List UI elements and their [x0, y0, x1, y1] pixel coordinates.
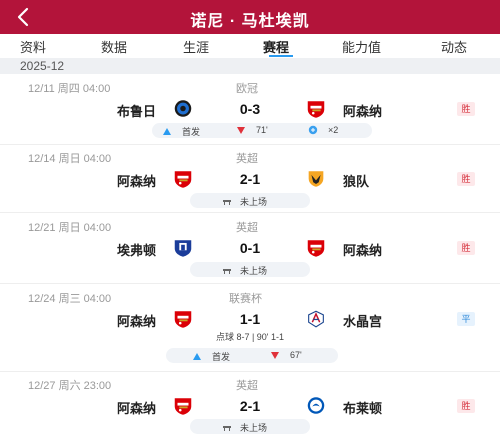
arsenal-logo	[304, 99, 328, 119]
match-score: 1-1	[239, 311, 261, 327]
tab-ability[interactable]: 能力值	[342, 37, 381, 56]
bench-bar: 未上场	[190, 193, 310, 208]
tab-profile[interactable]: 资料	[20, 37, 46, 56]
sub-off-stat: 71'	[236, 125, 268, 135]
active-tab-indicator	[269, 55, 293, 57]
brighton-logo	[304, 396, 328, 416]
away-team: 布莱顿	[343, 401, 383, 416]
tab-bar: 资料 数据 生涯 赛程 能力值 动态	[0, 34, 500, 58]
result-badge: 胜	[457, 172, 475, 186]
match-competition: 英超	[236, 153, 258, 165]
divider	[0, 212, 500, 213]
match-competition: 欧冠	[236, 83, 258, 95]
player-stats-bar: 首发 67'	[166, 348, 338, 363]
sub-off-stat: 67'	[270, 350, 302, 360]
away-team: 狼队	[343, 174, 370, 189]
match-competition: 英超	[236, 380, 258, 392]
match-datetime: 12/24 周三 04:00	[28, 293, 112, 305]
divider	[0, 283, 500, 284]
home-team: 阿森纳	[116, 174, 156, 189]
match-card[interactable]: 12/27 周六 23:00 英超 阿森纳 2-1 布莱顿 胜 未上场	[0, 373, 500, 440]
match-score: 2-1	[239, 171, 261, 187]
match-card[interactable]: 12/21 周日 04:00 英超 埃弗顿 0-1 阿森纳 胜 未上场	[0, 215, 500, 281]
home-team: 阿森纳	[116, 401, 156, 416]
assist-icon	[308, 125, 318, 135]
away-team: 阿森纳	[343, 104, 383, 119]
starter-stat: 首发	[192, 350, 230, 363]
match-datetime: 12/27 周六 23:00	[28, 380, 112, 392]
bench-stat: 未上场	[222, 195, 267, 208]
match-card[interactable]: 12/24 周三 04:00 联赛杯 阿森纳 1-1 水晶宫 平 点球 8-7 …	[0, 286, 500, 370]
bench-bar: 未上场	[190, 262, 310, 277]
match-score: 0-1	[239, 240, 261, 256]
tab-career[interactable]: 生涯	[183, 37, 209, 56]
bench-icon	[223, 199, 231, 205]
arrow-up-icon	[193, 352, 201, 360]
penalty-result: 点球 8-7 | 90' 1-1	[215, 332, 285, 342]
everton-logo	[171, 238, 195, 258]
wolves-logo	[304, 169, 328, 189]
arrow-up-icon	[163, 127, 171, 135]
bench-bar: 未上场	[190, 419, 310, 434]
match-score: 0-3	[239, 101, 261, 117]
away-team: 水晶宫	[343, 314, 383, 329]
tab-schedule[interactable]: 赛程	[263, 37, 289, 56]
assist-stat: ×2	[308, 125, 338, 135]
arsenal-logo	[171, 169, 195, 189]
crystal-palace-logo	[304, 309, 328, 329]
home-team: 阿森纳	[116, 314, 156, 329]
player-stats-bar: 首发 71' ×2	[152, 123, 372, 138]
home-team: 布鲁日	[116, 104, 156, 119]
bench-stat: 未上场	[222, 421, 267, 434]
match-competition: 英超	[236, 222, 258, 234]
result-badge: 胜	[457, 399, 475, 413]
arsenal-logo	[304, 238, 328, 258]
tab-news[interactable]: 动态	[441, 37, 467, 56]
top-bar: 诺尼 · 马杜埃凯	[0, 0, 500, 34]
tab-stats[interactable]: 数据	[101, 37, 127, 56]
club-brugge-logo	[171, 99, 195, 119]
result-badge: 平	[457, 312, 475, 326]
divider	[0, 371, 500, 372]
arrow-down-icon	[271, 352, 279, 359]
divider	[0, 144, 500, 145]
arsenal-logo	[171, 309, 195, 329]
match-datetime: 12/11 周四 04:00	[28, 83, 111, 95]
match-card[interactable]: 12/11 周四 04:00 欧冠 布鲁日 0-3 阿森纳 胜 首发 71' ×…	[0, 76, 500, 142]
home-team: 埃弗顿	[116, 243, 156, 258]
starter-stat: 首发	[162, 125, 200, 138]
match-card[interactable]: 12/14 周日 04:00 英超 阿森纳 2-1 狼队 胜 未上场	[0, 146, 500, 210]
bench-stat: 未上场	[222, 264, 267, 277]
bench-icon	[223, 268, 231, 274]
match-competition: 联赛杯	[229, 293, 262, 305]
result-badge: 胜	[457, 102, 475, 116]
bench-icon	[223, 425, 231, 431]
away-team: 阿森纳	[343, 243, 383, 258]
page-title: 诺尼 · 马杜埃凯	[190, 13, 310, 30]
match-score: 2-1	[239, 398, 261, 414]
month-header: 2025-12	[0, 58, 500, 74]
arrow-down-icon	[237, 127, 245, 134]
month-label: 2025-12	[20, 59, 65, 73]
match-datetime: 12/14 周日 04:00	[28, 153, 112, 165]
arsenal-logo	[171, 396, 195, 416]
match-datetime: 12/21 周日 04:00	[28, 222, 112, 234]
result-badge: 胜	[457, 241, 475, 255]
